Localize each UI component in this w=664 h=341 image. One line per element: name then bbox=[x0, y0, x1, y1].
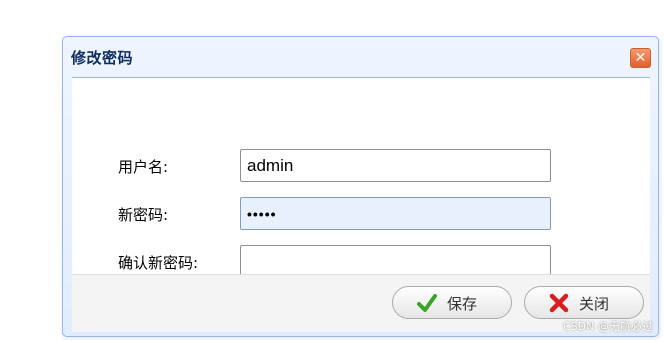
close-button[interactable]: 关闭 bbox=[524, 286, 644, 319]
new-password-label: 新密码: bbox=[118, 206, 169, 224]
username-field[interactable]: admin bbox=[240, 149, 551, 182]
username-label: 用户名: bbox=[118, 158, 169, 176]
new-password-value: ••••• bbox=[247, 206, 277, 222]
close-x-icon: ✕ bbox=[634, 50, 647, 66]
new-password-field[interactable]: ••••• bbox=[240, 197, 551, 230]
dialog-close-button[interactable]: ✕ bbox=[630, 48, 651, 68]
watermark-text: CSDN @无航必过 bbox=[563, 320, 653, 333]
dialog-titlebar[interactable]: 修改密码 ✕ bbox=[63, 37, 658, 75]
confirm-password-label: 确认新密码: bbox=[118, 254, 199, 272]
check-icon bbox=[417, 294, 437, 312]
save-button-label: 保存 bbox=[447, 295, 478, 313]
change-password-dialog: 修改密码 ✕ 用户名: admin 新密码: ••••• 确认新密码: 保存 关… bbox=[62, 36, 659, 337]
save-button[interactable]: 保存 bbox=[392, 286, 512, 319]
red-x-icon bbox=[549, 293, 569, 313]
username-value: admin bbox=[247, 156, 294, 175]
close-button-label: 关闭 bbox=[579, 295, 610, 313]
screen: 修改密码 ✕ 用户名: admin 新密码: ••••• 确认新密码: 保存 关… bbox=[0, 0, 664, 341]
dialog-body: 用户名: admin 新密码: ••••• 确认新密码: bbox=[72, 77, 650, 278]
dialog-title: 修改密码 bbox=[71, 49, 134, 67]
